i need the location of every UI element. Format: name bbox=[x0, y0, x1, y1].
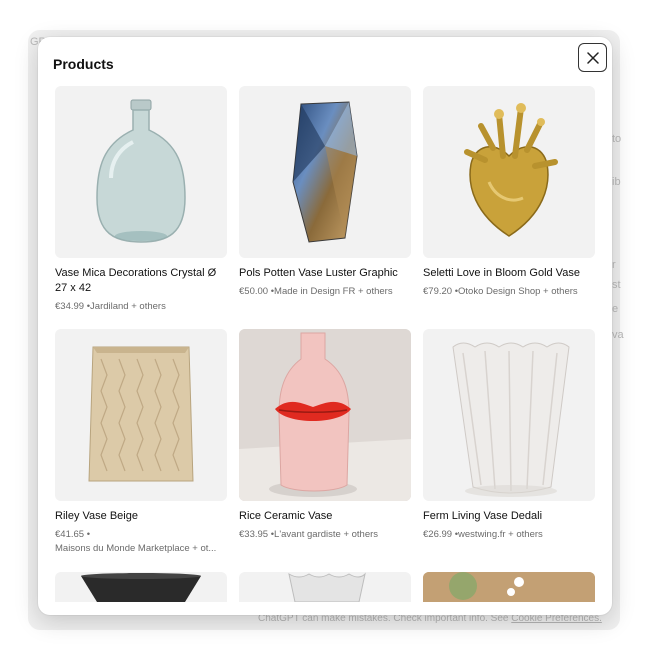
product-image bbox=[423, 329, 595, 501]
product-card[interactable]: Seletti Love in Bloom Gold Vase €79.20Ot… bbox=[423, 86, 595, 329]
product-price: €41.65 bbox=[55, 529, 90, 540]
product-sellers: Otoko Design Shop + others bbox=[458, 286, 578, 297]
product-name: Rice Ceramic Vase bbox=[239, 510, 333, 522]
modal-title: Products bbox=[53, 56, 114, 72]
product-card[interactable]: Pols Potten Vase Luster Graphic €50.00Ma… bbox=[239, 86, 411, 329]
product-card[interactable] bbox=[423, 572, 595, 612]
product-card[interactable] bbox=[55, 572, 227, 612]
product-name: Ferm Living Vase Dedali bbox=[423, 510, 543, 522]
product-price: €79.20 bbox=[423, 286, 458, 297]
background-text: r bbox=[612, 259, 616, 271]
product-card[interactable]: Ferm Living Vase Dedali €26.99westwing.f… bbox=[423, 329, 595, 572]
product-meta: €33.95L'avant gardiste + others bbox=[239, 528, 411, 542]
background-text: st bbox=[612, 279, 621, 291]
products-modal: Products Vase Mica Decorations Crystal Ø… bbox=[38, 37, 612, 615]
product-image bbox=[55, 86, 227, 258]
product-grid: Vase Mica Decorations Crystal Ø 27 x 42 … bbox=[55, 86, 595, 612]
product-image bbox=[55, 572, 227, 602]
product-meta: €34.99Jardiland + others bbox=[55, 300, 227, 314]
product-name: Seletti Love in Bloom Gold Vase bbox=[423, 267, 580, 279]
product-image bbox=[239, 329, 411, 501]
product-name: Vase Mica Decorations Crystal Ø 27 x 42 bbox=[55, 267, 217, 294]
product-meta: €41.65 Maisons du Monde Marketplace + ot.… bbox=[55, 528, 227, 556]
product-card[interactable]: Vase Mica Decorations Crystal Ø 27 x 42 … bbox=[55, 86, 227, 329]
product-meta: €26.99westwing.fr + others bbox=[423, 528, 595, 542]
background-text: e bbox=[612, 303, 619, 315]
product-price: €26.99 bbox=[423, 529, 458, 540]
product-name: Riley Vase Beige bbox=[55, 510, 138, 522]
product-sellers: Made in Design FR + others bbox=[274, 286, 393, 297]
product-card[interactable]: Rice Ceramic Vase €33.95L'avant gardiste… bbox=[239, 329, 411, 572]
close-button[interactable] bbox=[578, 43, 607, 72]
background-text: va bbox=[612, 329, 624, 341]
background-text: ib bbox=[612, 176, 621, 188]
product-image bbox=[423, 572, 595, 602]
product-image bbox=[55, 329, 227, 501]
product-image bbox=[239, 572, 411, 602]
product-card[interactable]: Riley Vase Beige €41.65 Maisons du Monde … bbox=[55, 329, 227, 572]
close-icon bbox=[586, 51, 599, 64]
product-sellers: Maisons du Monde Marketplace + ot... bbox=[55, 543, 217, 554]
product-image bbox=[239, 86, 411, 258]
product-sellers: L'avant gardiste + others bbox=[274, 529, 379, 540]
product-card[interactable] bbox=[239, 572, 411, 612]
product-price: €50.00 bbox=[239, 286, 274, 297]
product-image bbox=[423, 86, 595, 258]
product-name: Pols Potten Vase Luster Graphic bbox=[239, 267, 398, 279]
product-meta: €79.20Otoko Design Shop + others bbox=[423, 285, 595, 299]
product-meta: €50.00Made in Design FR + others bbox=[239, 285, 411, 299]
product-sellers: westwing.fr + others bbox=[458, 529, 543, 540]
background-text: to bbox=[612, 133, 622, 145]
product-sellers: Jardiland + others bbox=[90, 301, 166, 312]
product-price: €33.95 bbox=[239, 529, 274, 540]
product-price: €34.99 bbox=[55, 301, 90, 312]
